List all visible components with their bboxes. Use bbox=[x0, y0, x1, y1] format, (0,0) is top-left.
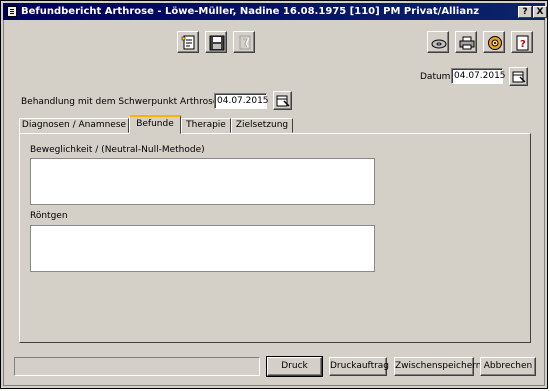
new-document-button[interactable] bbox=[177, 31, 199, 53]
print-job-button[interactable]: Druckauftrag bbox=[329, 357, 389, 376]
disabled-document-icon bbox=[239, 35, 251, 50]
app-document-icon bbox=[7, 6, 17, 17]
mobility-label: Beweglichkeit / (Neutral-Null-Methode) bbox=[30, 145, 205, 155]
printer-icon bbox=[459, 36, 475, 50]
print-button[interactable]: Druck bbox=[266, 356, 323, 377]
xray-textarea[interactable] bbox=[30, 225, 375, 272]
tab-zielsetzung[interactable]: Zielsetzung bbox=[231, 118, 293, 133]
xray-label: Röntgen bbox=[30, 211, 68, 221]
help-button[interactable]: ? bbox=[518, 6, 532, 18]
window-title: Befundbericht Arthrose - Löwe-Müller, Na… bbox=[21, 6, 480, 17]
save-button[interactable] bbox=[205, 31, 227, 53]
date-label: Datum bbox=[420, 72, 451, 82]
help-document-button[interactable]: ? bbox=[511, 31, 533, 53]
date-field[interactable]: 04.07.2015 bbox=[451, 68, 506, 84]
settings-wheel-button[interactable] bbox=[483, 31, 505, 53]
help-document-icon: ? bbox=[516, 35, 529, 51]
calendar-icon bbox=[276, 95, 290, 107]
settings-wheel-icon bbox=[488, 36, 502, 50]
calendar-icon bbox=[512, 71, 526, 83]
cd-icon bbox=[431, 39, 447, 49]
printer-button[interactable] bbox=[455, 31, 477, 53]
treatment-calendar-button[interactable] bbox=[273, 91, 292, 110]
tab-therapie[interactable]: Therapie bbox=[181, 118, 231, 133]
cd-button[interactable] bbox=[427, 31, 449, 53]
title-bar[interactable]: Befundbericht Arthrose - Löwe-Müller, Na… bbox=[3, 3, 547, 20]
date-calendar-button[interactable] bbox=[509, 67, 528, 86]
svg-text:?: ? bbox=[520, 39, 526, 50]
cancel-button[interactable]: Abbrechen bbox=[480, 357, 536, 376]
mobility-textarea[interactable] bbox=[30, 158, 375, 205]
disabled-document-button[interactable] bbox=[233, 31, 255, 53]
tab-diagnosen-anamnese[interactable]: Diagnosen / Anamnese bbox=[19, 118, 129, 133]
new-document-icon bbox=[181, 35, 195, 50]
befunde-panel: Beweglichkeit / (Neutral-Null-Methode) R… bbox=[19, 133, 531, 343]
intermediate-save-button[interactable]: Zwischenspeichern bbox=[394, 357, 481, 376]
status-field bbox=[14, 357, 260, 376]
tab-befunde[interactable]: Befunde bbox=[129, 115, 181, 134]
close-button[interactable]: X bbox=[533, 6, 547, 18]
dialog-window: Befundbericht Arthrose - Löwe-Müller, Na… bbox=[0, 0, 548, 389]
treatment-label: Behandlung mit dem Schwerpunkt Arthrose … bbox=[21, 97, 236, 107]
save-icon bbox=[209, 35, 225, 51]
treatment-date-field[interactable]: 04.07.2015 bbox=[214, 93, 269, 109]
